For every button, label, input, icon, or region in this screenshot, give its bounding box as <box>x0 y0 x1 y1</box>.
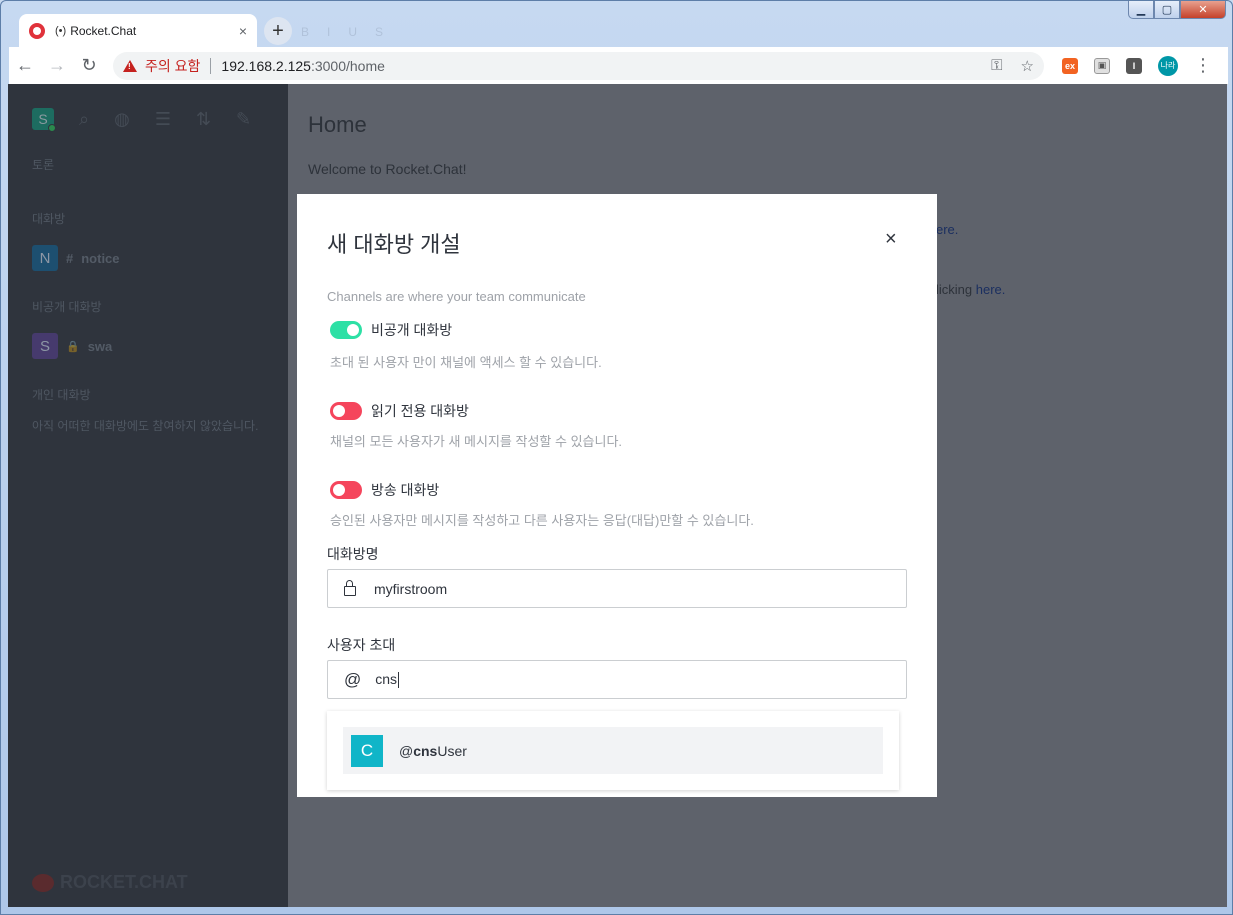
sidebar-item-notice[interactable]: N # notice <box>32 245 120 271</box>
italic-icon: I <box>327 25 331 39</box>
back-arrow-icon[interactable]: ← <box>9 55 41 76</box>
search-icon[interactable]: ⌕ <box>79 109 89 130</box>
invite-users-label: 사용자 초대 <box>327 637 396 653</box>
maximize-button[interactable]: ▢ <box>1154 1 1180 19</box>
logo-bubble-icon <box>32 873 54 892</box>
private-toggle[interactable] <box>330 321 362 339</box>
create-new-icon[interactable]: ✎ <box>236 109 251 130</box>
forward-arrow-icon[interactable]: → <box>41 55 73 76</box>
url-bar[interactable]: 주의 요함 192.168.2.125:3000/home ⚿ ☆ <box>113 51 1044 80</box>
reload-icon[interactable]: ↻ <box>73 55 105 76</box>
private-toggle-hint: 초대 된 사용자 만이 채널에 액세스 할 수 있습니다. <box>330 355 602 370</box>
section-direct: 개인 대화방 <box>32 388 91 402</box>
suggestion-match: cns <box>413 742 438 759</box>
home-text-2: licking here. <box>936 282 1005 297</box>
hash-icon: # <box>66 250 74 266</box>
warning-triangle-icon <box>123 59 137 72</box>
suggestion-avatar: C <box>351 734 383 767</box>
home-link-2[interactable]: here. <box>976 282 1006 297</box>
channel-name-value: myfirstroom <box>374 580 448 597</box>
broadcast-toggle[interactable] <box>330 481 362 499</box>
omnibox-actions: ⚿ ☆ <box>991 57 1034 75</box>
profile-avatar[interactable]: 나라 <box>1158 55 1178 76</box>
section-private: 비공개 대화방 <box>32 300 102 314</box>
audio-playing-icon: (•) <box>55 24 67 37</box>
at-sign-icon: @ <box>344 669 362 689</box>
user-avatar[interactable]: S <box>32 108 56 132</box>
modal-title: 새 대화방 개설 <box>327 232 461 257</box>
direct-empty-text: 아직 어떠한 대화방에도 참여하지 않았습니다. <box>32 419 259 433</box>
create-channel-modal: 새 대화방 개설 × Channels are where your team … <box>297 194 937 797</box>
invite-users-value: cns <box>375 670 400 689</box>
room-name: notice <box>81 250 120 266</box>
browser-tab[interactable]: (•) Rocket.Chat × <box>19 14 257 47</box>
readonly-toggle-row: 읽기 전용 대화방 <box>330 401 469 421</box>
rocketchat-favicon-icon <box>29 22 45 39</box>
star-bookmark-icon[interactable]: ☆ <box>1021 57 1034 75</box>
directory-globe-icon[interactable]: ◍ <box>114 109 130 130</box>
room-avatar: S <box>32 333 58 359</box>
background-editor-toolbar: B I U S <box>301 25 383 39</box>
security-warning[interactable]: 주의 요함 <box>145 56 200 76</box>
invite-users-text: cns <box>375 670 398 687</box>
home-link-1[interactable]: ere. <box>936 222 958 237</box>
logo-text: ROCKET.CHAT <box>60 872 188 892</box>
window-controls: ▁ ▢ ✕ <box>1128 1 1226 19</box>
channel-name-field[interactable]: myfirstroom <box>327 569 907 608</box>
close-icon[interactable]: × <box>885 228 897 251</box>
key-icon[interactable]: ⚿ <box>991 57 1002 75</box>
broadcast-toggle-hint: 승인된 사용자만 메시지를 작성하고 다른 사용자는 응답(대답)만할 수 있습… <box>330 513 754 528</box>
sort-icon[interactable]: ⇅ <box>196 109 211 130</box>
room-avatar: N <box>32 245 58 271</box>
room-name: swa <box>87 338 113 354</box>
extensions: ex ▣ I 나라 ⋮ <box>1062 55 1212 76</box>
page-title: Home <box>308 112 367 137</box>
browser-menu-icon[interactable]: ⋮ <box>1194 55 1212 76</box>
broadcast-toggle-label: 방송 대화방 <box>371 482 440 498</box>
user-suggestion-popup: C @cnsUser <box>327 711 899 790</box>
sidebar: S ⌕ ◍ ☰ ⇅ ✎ 토론 대화방 N # notice 비공개 대화방 S … <box>8 84 288 907</box>
readonly-toggle-hint: 채널의 모든 사용자가 새 메시지를 작성할 수 있습니다. <box>330 434 623 449</box>
lock-icon <box>344 580 356 596</box>
suggestion-prefix: @ <box>399 742 414 759</box>
rocketchat-logo: ROCKET.CHAT <box>32 872 188 893</box>
suggestion-rest: User <box>437 742 467 759</box>
extension-ex-icon[interactable]: ex <box>1062 57 1078 74</box>
invite-users-field[interactable]: @ cns <box>327 660 907 699</box>
private-toggle-label: 비공개 대화방 <box>371 322 453 338</box>
url-path: :3000/home <box>310 57 385 74</box>
sidebar-item-swa[interactable]: S 🔒 swa <box>32 333 112 359</box>
extension-i-icon[interactable]: I <box>1126 57 1142 74</box>
readonly-toggle[interactable] <box>330 402 362 420</box>
readonly-toggle-label: 읽기 전용 대화방 <box>371 403 469 419</box>
bold-icon: B <box>301 25 310 39</box>
minimize-button[interactable]: ▁ <box>1128 1 1154 19</box>
private-toggle-row: 비공개 대화방 <box>330 320 452 340</box>
tab-close-icon[interactable]: × <box>239 23 247 39</box>
lock-icon: 🔒 <box>66 340 80 353</box>
channel-name-label: 대화방명 <box>327 546 379 562</box>
modal-description: Channels are where your team communicate <box>327 289 586 304</box>
text-caret <box>398 672 400 689</box>
strike-icon: S <box>375 25 384 39</box>
suggestion-username: @cnsUser <box>399 743 467 759</box>
underline-icon: U <box>348 25 358 39</box>
omnibox-divider <box>210 57 212 74</box>
broadcast-toggle-row: 방송 대화방 <box>330 480 439 500</box>
welcome-text: Welcome to Rocket.Chat! <box>308 161 467 177</box>
view-mode-icon[interactable]: ☰ <box>155 109 171 130</box>
address-bar-row: ← → ↻ 주의 요함 192.168.2.125:3000/home ⚿ ☆ … <box>9 47 1228 85</box>
tab-title: Rocket.Chat <box>70 23 137 38</box>
section-discussion: 토론 <box>32 158 55 172</box>
window-close-button[interactable]: ✕ <box>1180 1 1226 19</box>
section-channels: 대화방 <box>32 212 66 226</box>
url-host: 192.168.2.125 <box>221 57 311 74</box>
extension-screen-icon[interactable]: ▣ <box>1094 57 1110 74</box>
home-text-prefix: licking <box>936 282 976 297</box>
sidebar-toolbar: S ⌕ ◍ ☰ ⇅ ✎ <box>32 108 251 132</box>
new-tab-button[interactable]: + <box>264 17 292 45</box>
suggestion-item[interactable]: C @cnsUser <box>343 727 883 774</box>
